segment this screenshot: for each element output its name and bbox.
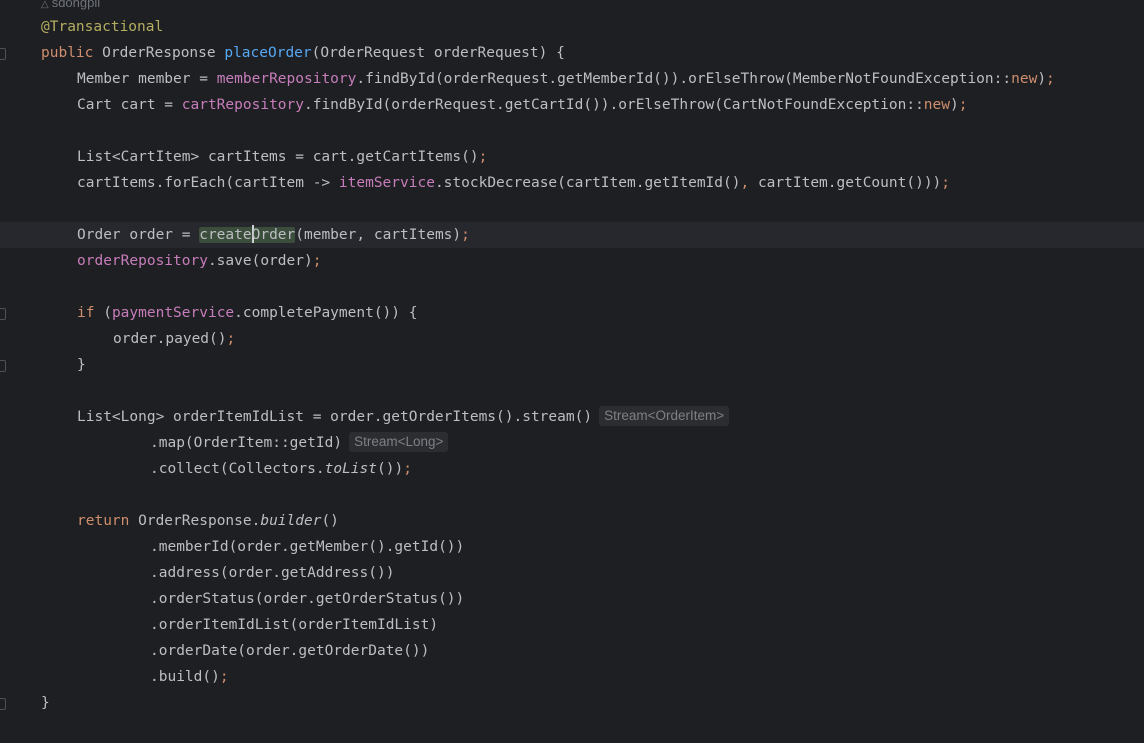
inlay-type-hint: Stream<OrderItem> (599, 406, 730, 426)
code-line-collect[interactable]: .collect(Collectors.toList()); (0, 456, 1144, 482)
inlay-type-hint: Stream<Long> (349, 432, 449, 452)
author-name: sdongpil (51, 0, 101, 10)
code-line-cart-items[interactable]: List<CartItem> cartItems = cart.getCartI… (0, 144, 1144, 170)
annotation-token: @Transactional (41, 19, 164, 35)
code-line-item-id-list[interactable]: List<Long> orderItemIdList = order.getOr… (0, 404, 1144, 430)
code-line-payed[interactable]: order.payed(); (0, 326, 1144, 352)
code-line-create-order[interactable]: Order order = createOrder(member, cartIt… (0, 222, 1144, 248)
code-line-if-payment[interactable]: if (paymentService.completePayment()) { (0, 300, 1144, 326)
code-line-order-date[interactable]: .orderDate(order.getOrderDate()) (0, 638, 1144, 664)
code-line-member-id[interactable]: .memberId(order.getMember().getId()) (0, 534, 1144, 560)
code-line-member[interactable]: Member member = memberRepository.findByI… (0, 66, 1144, 92)
method-name: placeOrder (224, 45, 312, 61)
code-line-order-item-id-list[interactable]: .orderItemIdList(orderItemIdList) (0, 612, 1144, 638)
code-line-order-status[interactable]: .orderStatus(order.getOrderStatus()) (0, 586, 1144, 612)
code-editor[interactable]: △ sdongpil @Transactional public OrderRes… (0, 0, 1144, 743)
code-line-address[interactable]: .address(order.getAddress()) (0, 560, 1144, 586)
code-line-map[interactable]: .map(OrderItem::getId) Stream<Long> (0, 430, 1144, 456)
person-icon: △ (41, 0, 49, 10)
code-line-build[interactable]: .build(); (0, 664, 1144, 690)
code-line-if-close[interactable]: } (0, 352, 1144, 378)
code-line-for-each[interactable]: cartItems.forEach(cartItem -> itemServic… (0, 170, 1144, 196)
code-line-save-order[interactable]: orderRepository.save(order); (0, 248, 1144, 274)
author-hint[interactable]: △ sdongpil (41, 0, 100, 11)
identifier-highlight: createOrder (199, 225, 296, 243)
code-line-annotation[interactable]: @Transactional (0, 14, 1144, 40)
code-line-method-signature[interactable]: public OrderResponse placeOrder(OrderReq… (0, 40, 1144, 66)
code-line-return[interactable]: return OrderResponse.builder() (0, 508, 1144, 534)
code-line-method-close[interactable]: } (0, 690, 1144, 716)
code-line-cart[interactable]: Cart cart = cartRepository.findById(orde… (0, 92, 1144, 118)
